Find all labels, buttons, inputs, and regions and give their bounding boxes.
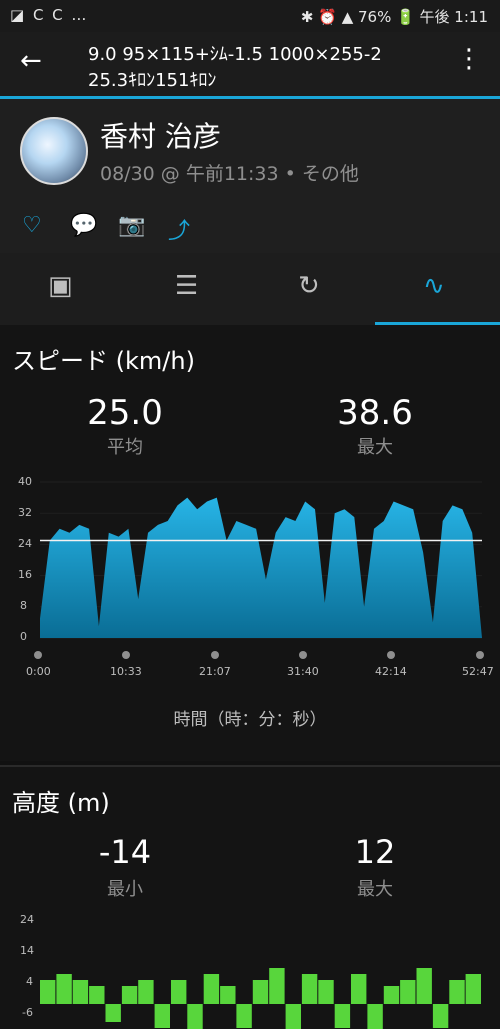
elevation-bar — [318, 980, 334, 1004]
x-tick-3: 31:40 — [287, 665, 319, 678]
elevation-bar — [203, 974, 220, 1004]
elevation-bar — [252, 980, 269, 1004]
speed-max-value: 38.6 — [337, 393, 413, 433]
y-tick-24: 24 — [18, 537, 32, 550]
elevation-bar — [56, 974, 72, 1004]
elevation-bar — [105, 1004, 121, 1022]
x-tick-4: 42:14 — [375, 665, 407, 678]
x-dot-4 — [387, 651, 395, 659]
back-arrow-icon[interactable]: ← — [20, 46, 42, 76]
x-tick-5: 52:47 — [462, 665, 494, 678]
speed-card: スピード (km/h) 25.0 平均 38.6 最大 40 32 24 16 … — [0, 325, 500, 761]
status-right: ✱ ⏰ ▲ 76% 🔋 午後 1:11 — [300, 8, 488, 26]
elevation-bar — [383, 986, 400, 1004]
elevation-bar — [236, 1004, 252, 1028]
elevation-max-label: 最大 — [357, 879, 393, 900]
tab-bar: ▣ ☰ ↻ ∿ — [0, 253, 500, 325]
x-tick-0: 0:00 — [26, 665, 51, 678]
speed-max-label: 最大 — [357, 437, 393, 458]
speed-avg-value: 25.0 — [87, 393, 163, 433]
elevation-bar — [121, 986, 138, 1004]
speed-series-area — [40, 497, 482, 638]
share-icon[interactable]: ⤴ — [168, 213, 190, 245]
x-dot-5 — [476, 651, 484, 659]
elevation-bar — [449, 980, 465, 1004]
elevation-bar — [187, 1004, 203, 1029]
elevation-bar — [40, 980, 56, 1004]
tab-summary-icon[interactable]: ▣ — [48, 271, 73, 301]
elevation-bar — [334, 1004, 351, 1028]
y-tick-32: 32 — [18, 506, 32, 519]
x-dot-3 — [299, 651, 307, 659]
y-tick-16: 16 — [18, 568, 32, 581]
activity-title-line2: 25.3ｷﾛﾝ151ｷﾛﾝ — [88, 70, 217, 91]
elevation-bar — [138, 980, 154, 1004]
elevation-min-value: -14 — [98, 833, 152, 871]
speed-chart — [40, 481, 482, 639]
y-tick-40: 40 — [18, 475, 32, 488]
elevation-min-label: 最小 — [107, 879, 143, 900]
elevation-bar — [351, 974, 367, 1004]
profile-name: 香村 治彦 — [100, 120, 221, 153]
elevation-chart — [40, 968, 481, 1029]
elevation-bar — [432, 1004, 449, 1028]
app-bar: ← 9.0 95×115+ｼﾑ-1.5 1000×255-2 25.3ｷﾛﾝ15… — [0, 32, 500, 99]
elevation-bar — [400, 980, 416, 1004]
speed-avg-label: 平均 — [107, 437, 143, 458]
elevation-bar — [220, 986, 236, 1004]
elevation-bar — [72, 980, 89, 1004]
action-bar: ♡ 💬 📷 ⤴ — [0, 203, 500, 254]
elevation-title: 高度 (m) — [12, 789, 110, 817]
elevation-card: 高度 (m) -14 最小 12 最大 24 14 4 -6 — [0, 765, 500, 1029]
elevation-bar — [171, 980, 187, 1004]
activity-meta: 08/30 @ 午前11:33 • その他 — [100, 163, 359, 185]
activity-title-line1: 9.0 95×115+ｼﾑ-1.5 1000×255-2 — [88, 44, 382, 65]
overflow-menu-icon[interactable]: ⋮ — [456, 44, 482, 74]
elevation-bar — [89, 986, 105, 1004]
profile-card: 香村 治彦 08/30 @ 午前11:33 • その他 — [0, 99, 500, 204]
y-tick-0: 0 — [20, 630, 27, 643]
tab-laps-icon[interactable]: ↻ — [298, 271, 320, 301]
status-left: ◪ C C … — [10, 6, 89, 24]
elevation-bar — [301, 974, 318, 1004]
x-tick-2: 21:07 — [199, 665, 231, 678]
x-dot-2 — [211, 651, 219, 659]
comment-icon[interactable]: 💬 — [70, 213, 97, 238]
x-tick-1: 10:33 — [110, 665, 142, 678]
status-bar: ◪ C C … ✱ ⏰ ▲ 76% 🔋 午後 1:11 — [0, 0, 500, 32]
tab-charts-icon[interactable]: ∿ — [423, 271, 445, 301]
x-dot-0 — [34, 651, 42, 659]
elevation-bar — [416, 968, 432, 1004]
avatar[interactable] — [20, 117, 88, 185]
x-dot-1 — [122, 651, 130, 659]
elevation-max-value: 12 — [354, 833, 396, 871]
elevation-bar — [367, 1004, 383, 1029]
elevation-bar — [465, 974, 481, 1004]
speed-x-caption: 時間（時：分：秒） — [173, 710, 327, 730]
speed-title: スピード (km/h) — [12, 347, 195, 375]
like-icon[interactable]: ♡ — [22, 213, 42, 238]
tab-details-icon[interactable]: ☰ — [175, 271, 198, 301]
elevation-bar — [285, 1004, 301, 1029]
y-tick-8: 8 — [20, 599, 27, 612]
elevation-bar — [269, 968, 285, 1004]
camera-icon[interactable]: 📷 — [118, 213, 145, 238]
elevation-bar — [154, 1004, 170, 1028]
